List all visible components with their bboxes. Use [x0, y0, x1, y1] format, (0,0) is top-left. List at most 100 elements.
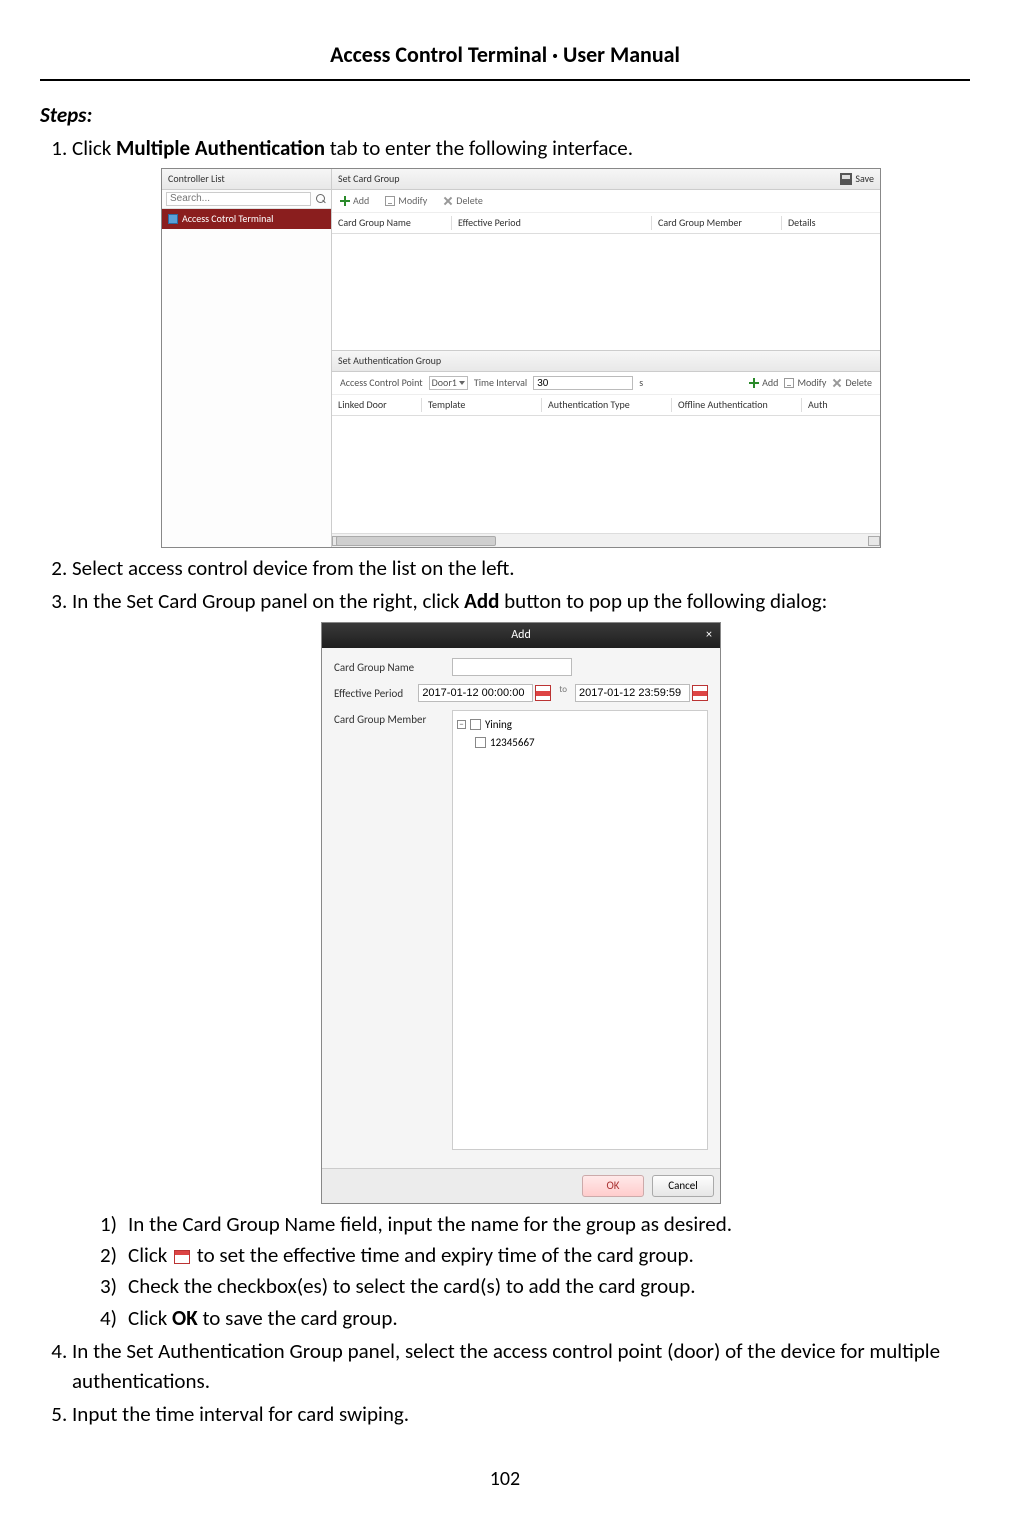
- label-card-group-name: Card Group Name: [334, 658, 444, 675]
- substep-1: 1)In the Card Group Name field, input th…: [100, 1210, 970, 1239]
- col-auth: Auth: [802, 398, 880, 412]
- col-auth-type: Authentication Type: [542, 398, 672, 412]
- substep-3-text: Check the checkbox(es) to select the car…: [128, 1273, 696, 1299]
- row-effective-period: Effective Period to: [334, 684, 708, 702]
- tree-org-node[interactable]: − Yining: [457, 717, 703, 732]
- substep-4: 4)Click OK to save the card group.: [100, 1304, 970, 1333]
- collapse-icon[interactable]: −: [457, 720, 466, 729]
- step-3: In the Set Card Group panel on the right…: [72, 587, 970, 1333]
- calendar-icon[interactable]: [535, 685, 551, 701]
- step-1: Click Multiple Authentication tab to ent…: [72, 134, 970, 547]
- ok-button[interactable]: OK: [582, 1175, 644, 1196]
- substep-2: 2)Click to set the effective time and ex…: [100, 1241, 970, 1270]
- substep-4-bold: OK: [172, 1305, 198, 1331]
- card-group-table-header: Card Group Name Effective Period Card Gr…: [332, 213, 880, 234]
- set-card-group-title: Set Card Group: [338, 172, 400, 186]
- step-2: Select access control device from the li…: [72, 554, 970, 583]
- device-item[interactable]: Access Cotrol Terminal: [162, 209, 331, 229]
- dialog-body: Card Group Name Effective Period to: [322, 648, 720, 1168]
- col-details: Details: [782, 216, 880, 230]
- period-start: [418, 684, 551, 702]
- auth-group-controls: Access Control Point Door1 Time Interval…: [332, 372, 880, 395]
- step-3-pre: In the Set Card Group panel on the right…: [72, 588, 464, 614]
- period-end: [575, 684, 708, 702]
- step-5: Input the time interval for card swiping…: [72, 1400, 970, 1429]
- delete-button[interactable]: Delete: [443, 194, 483, 208]
- page-number: 102: [40, 1465, 970, 1493]
- row-card-group-member: Card Group Member − Yining 12345667: [334, 710, 708, 1150]
- card-label: 12345667: [490, 735, 535, 750]
- card-group-table-body: [332, 234, 880, 351]
- screenshot-add-dialog: Add × Card Group Name Effective Period t…: [321, 622, 721, 1203]
- door-value: Door1: [432, 376, 457, 390]
- step-3-bold: Add: [464, 588, 499, 614]
- step-1-bold: Multiple Authentication: [116, 135, 325, 161]
- plus-icon: [340, 196, 350, 206]
- edit-icon: [385, 196, 395, 206]
- door-select[interactable]: Door1: [429, 376, 468, 390]
- scroll-thumb[interactable]: [336, 536, 496, 546]
- close-icon[interactable]: ×: [706, 627, 712, 644]
- save-button[interactable]: Save: [840, 172, 874, 186]
- step-1-text-post: tab to enter the following interface.: [325, 135, 633, 161]
- page-header: Access Control Terminal · User Manual: [40, 40, 970, 81]
- right-panel: Set Card Group Save Add Modify Delete Ca…: [332, 169, 880, 547]
- modify-button[interactable]: Modify: [385, 194, 427, 208]
- checkbox[interactable]: [470, 719, 481, 730]
- set-card-group-header: Set Card Group Save: [332, 169, 880, 190]
- auth-add-button[interactable]: Add: [749, 376, 778, 390]
- dialog-titlebar: Add ×: [322, 623, 720, 648]
- controller-list-panel: Controller List Access Cotrol Terminal: [162, 169, 332, 547]
- col-offline-auth: Offline Authentication: [672, 398, 802, 412]
- row-card-group-name: Card Group Name: [334, 658, 708, 676]
- org-label: Yining: [485, 717, 512, 732]
- card-group-name-input[interactable]: [452, 658, 572, 676]
- search-row: [162, 190, 331, 209]
- step-4: In the Set Authentication Group panel, s…: [72, 1337, 970, 1396]
- save-icon: [840, 173, 852, 185]
- substep-2-post: to set the effective time and expiry tim…: [192, 1242, 694, 1268]
- period-start-input[interactable]: [418, 684, 533, 702]
- auth-modify-label: Modify: [797, 376, 826, 390]
- add-button[interactable]: Add: [340, 194, 369, 208]
- save-label: Save: [855, 172, 874, 186]
- col-linked-door: Linked Door: [332, 398, 422, 412]
- time-interval-input[interactable]: [533, 376, 633, 390]
- col-template: Template: [422, 398, 542, 412]
- step-1-text-pre: Click: [72, 135, 116, 161]
- set-auth-group-header: Set Authentication Group: [332, 350, 880, 372]
- col-member: Card Group Member: [652, 216, 782, 230]
- calendar-icon[interactable]: [692, 685, 708, 701]
- substep-1-text: In the Card Group Name field, input the …: [128, 1211, 732, 1237]
- label-card-group-member: Card Group Member: [334, 710, 444, 727]
- period-end-input[interactable]: [575, 684, 690, 702]
- col-period: Effective Period: [452, 216, 652, 230]
- substep-2-pre: Click: [128, 1242, 172, 1268]
- delete-icon: [443, 196, 453, 206]
- search-input[interactable]: [166, 192, 311, 206]
- auth-modify-button[interactable]: Modify: [784, 376, 826, 390]
- tree-card-node[interactable]: 12345667: [475, 735, 703, 750]
- time-interval-label: Time Interval: [474, 376, 527, 390]
- auth-add-label: Add: [762, 376, 778, 390]
- substep-4-pre: Click: [128, 1305, 172, 1331]
- scroll-right-icon[interactable]: [868, 536, 880, 546]
- col-name: Card Group Name: [332, 216, 452, 230]
- auth-delete-button[interactable]: Delete: [832, 376, 872, 390]
- horizontal-scrollbar[interactable]: [332, 533, 880, 547]
- member-tree[interactable]: − Yining 12345667: [452, 710, 708, 1150]
- device-icon: [168, 214, 178, 224]
- time-interval-unit: s: [639, 376, 643, 390]
- controller-list-header: Controller List: [162, 169, 331, 190]
- checkbox[interactable]: [475, 737, 486, 748]
- device-label: Access Cotrol Terminal: [182, 212, 273, 226]
- cancel-button[interactable]: Cancel: [652, 1175, 714, 1196]
- card-group-toolbar: Add Modify Delete: [332, 190, 880, 213]
- delete-icon: [832, 378, 842, 388]
- auth-group-table-body: [332, 416, 880, 533]
- search-icon[interactable]: [315, 193, 327, 205]
- delete-label: Delete: [456, 194, 483, 208]
- steps-heading: Steps:: [40, 101, 970, 130]
- dialog-title: Add: [511, 628, 531, 642]
- acp-label: Access Control Point: [340, 376, 423, 390]
